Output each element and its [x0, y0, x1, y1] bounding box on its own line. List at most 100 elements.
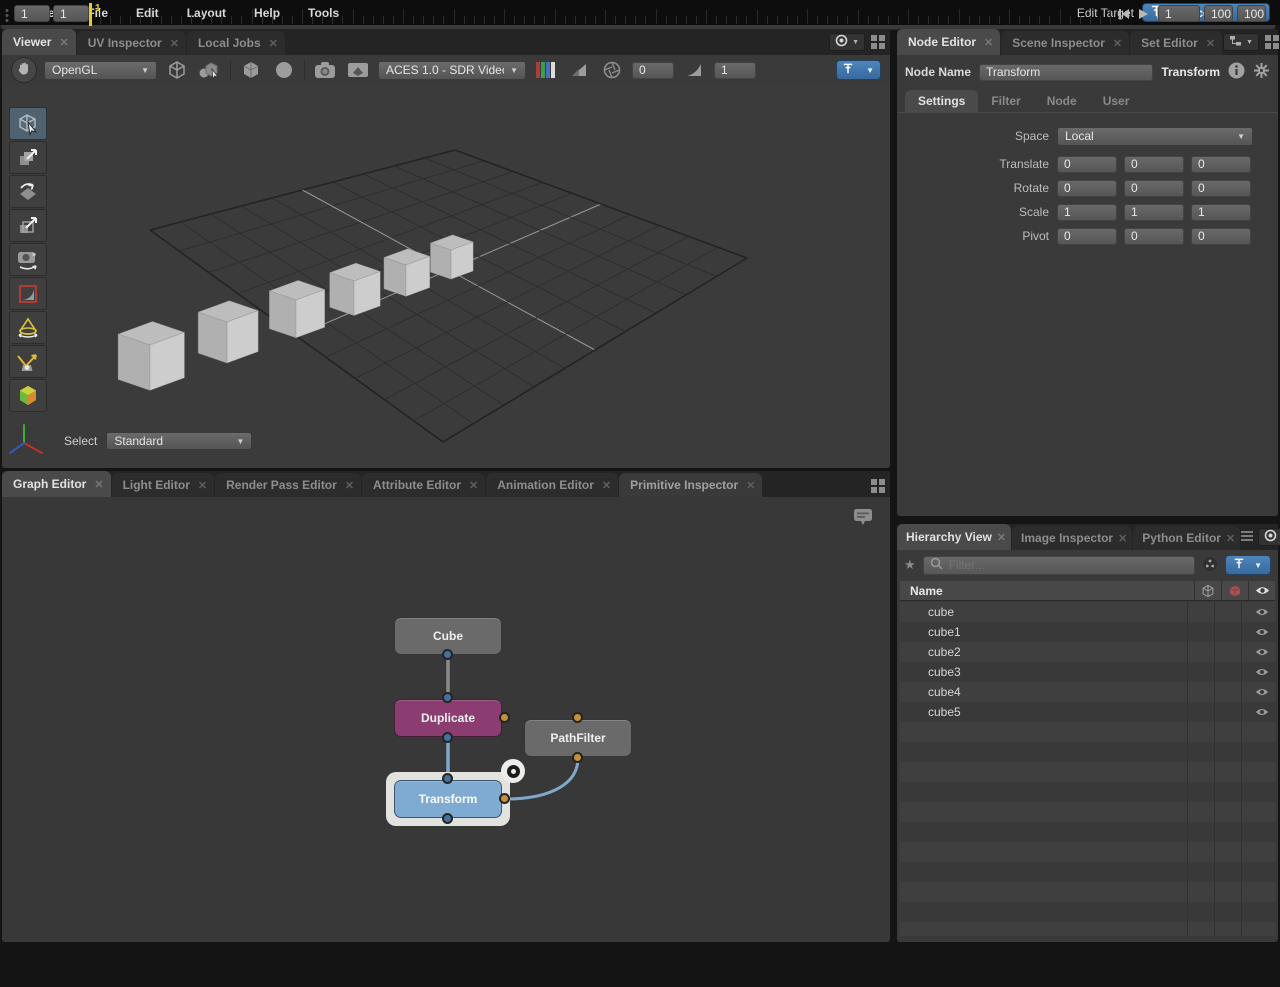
- close-icon[interactable]: ✕: [1113, 37, 1122, 50]
- rgb-channels-icon[interactable]: [533, 58, 559, 82]
- table-row[interactable]: cube5: [900, 702, 1275, 722]
- close-icon[interactable]: ✕: [746, 479, 755, 492]
- tab[interactable]: Local Jobs ✕: [186, 31, 285, 55]
- table-row[interactable]: cube2: [900, 642, 1275, 662]
- table-row[interactable]: cube1: [900, 622, 1275, 642]
- table-row[interactable]: cube4: [900, 682, 1275, 702]
- vector-y-field[interactable]: 0: [1124, 179, 1184, 197]
- solid-cube-icon[interactable]: [238, 58, 264, 82]
- subtab[interactable]: Filter: [978, 90, 1033, 112]
- table-row[interactable]: cube3: [900, 662, 1275, 682]
- viewer-focus-dropdown[interactable]: ▼: [836, 60, 881, 80]
- tab[interactable]: Primitive Inspector ✕: [619, 473, 763, 497]
- tab[interactable]: Scene Inspector ✕: [1001, 31, 1130, 55]
- timeline-range-field[interactable]: 100: [1237, 5, 1266, 22]
- skip-start-icon[interactable]: [1117, 7, 1130, 20]
- star-icon[interactable]: ★: [904, 557, 916, 573]
- filter-input-wrap[interactable]: [922, 555, 1195, 575]
- light-tool[interactable]: [9, 311, 47, 344]
- plug-pathfilter-out[interactable]: [572, 752, 583, 763]
- tab[interactable]: Set Editor ✕: [1130, 31, 1223, 55]
- edit-scope-tool[interactable]: [9, 379, 47, 412]
- select-mode-dropdown[interactable]: Standard ▼: [106, 432, 253, 450]
- subtab[interactable]: User: [1090, 90, 1143, 112]
- node-graph-menu-button[interactable]: ▼: [1223, 33, 1259, 51]
- vector-y-field[interactable]: 0: [1124, 227, 1184, 245]
- tab[interactable]: Attribute Editor ✕: [362, 473, 486, 497]
- plug-transform-filter[interactable]: [499, 793, 510, 804]
- close-icon[interactable]: ✕: [269, 37, 278, 50]
- vector-z-field[interactable]: 0: [1191, 155, 1251, 173]
- node-name-input[interactable]: Transform: [979, 63, 1154, 81]
- shading-sphere-icon[interactable]: [271, 58, 297, 82]
- vector-x-field[interactable]: 0: [1057, 179, 1117, 197]
- close-icon[interactable]: ✕: [1206, 37, 1215, 50]
- vector-x-field[interactable]: 1: [1057, 203, 1117, 221]
- eye-icon[interactable]: [1248, 622, 1275, 642]
- close-icon[interactable]: ✕: [984, 36, 993, 49]
- renderer-dropdown[interactable]: OpenGL ▼: [44, 60, 157, 80]
- hierarchy-table-header[interactable]: Name: [900, 581, 1275, 601]
- timeline-start-field[interactable]: 1: [14, 5, 50, 22]
- node-graph-canvas[interactable]: Cube Duplicate PathFilter Transform: [2, 497, 890, 942]
- info-icon[interactable]: [1228, 62, 1245, 82]
- vector-y-field[interactable]: 1: [1124, 203, 1184, 221]
- timeline-ruler[interactable]: [100, 2, 1112, 27]
- solid-cube-icon[interactable]: [1221, 581, 1248, 600]
- drag-handle[interactable]: [5, 8, 9, 22]
- tab[interactable]: Light Editor ✕: [111, 473, 215, 497]
- subtab[interactable]: Node: [1034, 90, 1090, 112]
- vector-z-field[interactable]: 0: [1191, 227, 1251, 245]
- eye-icon[interactable]: [1248, 581, 1275, 600]
- viewport-3d[interactable]: Select Standard ▼: [2, 85, 890, 468]
- timeline-frame-field[interactable]: 1: [1158, 5, 1200, 22]
- close-icon[interactable]: ✕: [1118, 532, 1127, 545]
- translate-tool[interactable]: [9, 141, 47, 174]
- plug-duplicate-in[interactable]: [442, 692, 453, 703]
- tab[interactable]: Hierarchy View ✕: [897, 524, 1012, 550]
- plug-duplicate-out[interactable]: [442, 732, 453, 743]
- tab[interactable]: Node Editor ✕: [897, 29, 1001, 55]
- camera-tool[interactable]: [9, 243, 47, 276]
- timeline-end-field[interactable]: 100: [1204, 5, 1233, 22]
- layout-grid-icon[interactable]: [871, 479, 885, 493]
- table-row[interactable]: cube: [900, 602, 1275, 622]
- tab[interactable]: Image Inspector ✕: [1012, 526, 1133, 550]
- eye-icon[interactable]: [1248, 702, 1275, 722]
- vector-y-field[interactable]: 0: [1124, 155, 1184, 173]
- eye-icon[interactable]: [1248, 682, 1275, 702]
- close-icon[interactable]: ✕: [170, 37, 179, 50]
- vector-x-field[interactable]: 0: [1057, 155, 1117, 173]
- vector-x-field[interactable]: 0: [1057, 227, 1117, 245]
- plug-pathfilter-in[interactable]: [572, 712, 583, 723]
- aperture-icon[interactable]: [599, 58, 625, 82]
- vector-z-field[interactable]: 1: [1191, 203, 1251, 221]
- scale-tool[interactable]: [9, 209, 47, 242]
- pan-button[interactable]: [11, 57, 37, 83]
- close-icon[interactable]: ✕: [1226, 532, 1235, 545]
- display-transform-dropdown[interactable]: ACES 1.0 - SDR Video ▼: [378, 60, 526, 80]
- plug-duplicate-filter[interactable]: [499, 712, 510, 723]
- layout-grid-icon[interactable]: [871, 35, 885, 49]
- name-column-header[interactable]: Name: [900, 584, 1194, 598]
- playhead[interactable]: [89, 3, 92, 26]
- wireframe-cube-icon[interactable]: [164, 58, 190, 82]
- close-icon[interactable]: ✕: [59, 36, 68, 49]
- gamma-field[interactable]: 1: [714, 61, 756, 79]
- drawing-mode-icon[interactable]: [197, 58, 223, 82]
- exposure-icon[interactable]: [566, 58, 592, 82]
- render-view-icon[interactable]: [345, 58, 371, 82]
- tab[interactable]: Render Pass Editor ✕: [215, 473, 362, 497]
- close-icon[interactable]: ✕: [94, 478, 103, 491]
- dotted-circle-icon[interactable]: [1202, 556, 1218, 575]
- rotate-tool[interactable]: [9, 175, 47, 208]
- close-icon[interactable]: ✕: [345, 479, 354, 492]
- tab[interactable]: UV Inspector ✕: [76, 31, 186, 55]
- gear-icon[interactable]: [1253, 62, 1270, 82]
- close-icon[interactable]: ✕: [469, 479, 478, 492]
- plug-transform-out[interactable]: [442, 813, 453, 824]
- selection-tool[interactable]: [9, 107, 47, 140]
- wireframe-cube-icon[interactable]: [1194, 581, 1221, 600]
- exposure-field[interactable]: 0: [632, 61, 674, 79]
- timeline-current-field[interactable]: 1: [53, 5, 89, 22]
